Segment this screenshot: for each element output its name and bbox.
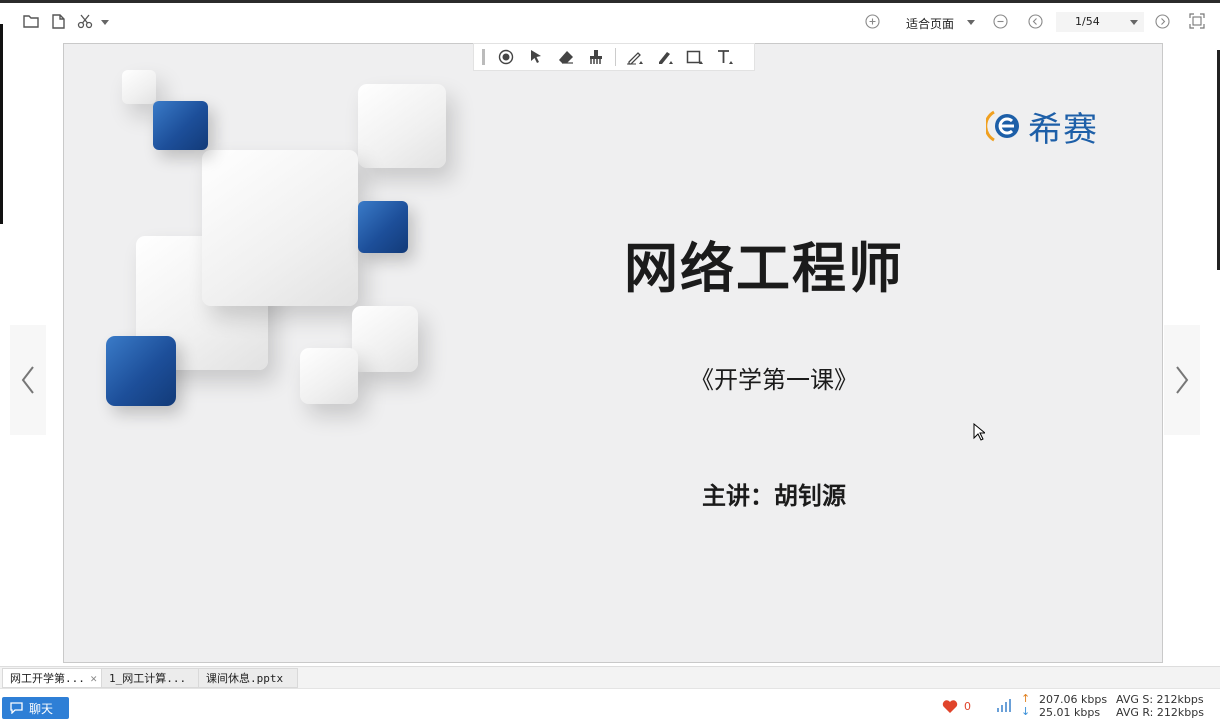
deco-blue-tile: [153, 101, 208, 150]
slide-title: 网络工程师: [624, 237, 904, 300]
deco-tile: [300, 348, 358, 404]
like-count: 0: [964, 700, 971, 713]
select-arrow-icon[interactable]: [521, 43, 551, 71]
logo-text: 希赛: [1028, 109, 1098, 150]
left-edge-bar: [0, 24, 3, 224]
heart-icon[interactable]: [942, 700, 958, 714]
chevron-right-icon: [1176, 366, 1189, 394]
clear-brush-icon[interactable]: [581, 43, 611, 71]
chat-bubble-icon: [10, 702, 23, 714]
deco-tile: [358, 84, 446, 168]
toolbar-grip[interactable]: [482, 49, 485, 65]
zoom-out-icon[interactable]: [991, 12, 1009, 30]
file-icon[interactable]: [49, 12, 67, 30]
tab-item[interactable]: 网工开学第... ✕: [2, 668, 102, 688]
close-icon[interactable]: ✕: [90, 669, 97, 689]
avg-recv: AVG R: 212kbps: [1116, 706, 1204, 719]
deco-tile: [202, 150, 358, 306]
scissors-dropdown-caret[interactable]: [101, 20, 109, 25]
upload-arrow-icon: ↑: [1021, 692, 1031, 705]
tab-label: 1_网工计算...: [109, 672, 187, 685]
laser-pointer-icon[interactable]: [491, 43, 521, 71]
status-bar: 聊天 0 ↑ ↓ 207.06 kbps 25.01 kbps AVG S: 2…: [0, 688, 1220, 720]
prev-slide-button[interactable]: [10, 325, 46, 435]
eraser-icon[interactable]: [551, 43, 581, 71]
tab-label: 网工开学第...: [10, 672, 85, 685]
signal-strength-icon: [997, 699, 1011, 712]
highlighter-icon[interactable]: [650, 43, 680, 71]
company-logo: 希赛: [986, 104, 1098, 150]
next-slide-button[interactable]: [1164, 325, 1200, 435]
page-dropdown-caret[interactable]: [1130, 20, 1138, 25]
deco-blue-tile: [358, 201, 408, 253]
tab-item[interactable]: 1_网工计算...: [101, 668, 199, 688]
toolbar-separator: [615, 48, 616, 66]
fullscreen-icon[interactable]: [1188, 12, 1206, 30]
tab-item[interactable]: 课间休息.pptx: [198, 668, 298, 688]
folder-icon[interactable]: [22, 12, 40, 30]
upload-speed: 207.06 kbps: [1039, 693, 1108, 706]
download-arrow-icon: ↓: [1021, 705, 1031, 718]
slide-speaker: 主讲：胡钊源: [702, 482, 846, 510]
slide-canvas[interactable]: 希赛 网络工程师 《开学第一课》 主讲：胡钊源: [63, 43, 1163, 663]
prev-page-icon[interactable]: [1026, 12, 1044, 30]
page-indicator[interactable]: 1/54: [1075, 15, 1100, 28]
document-tabs: 网工开学第... ✕ 1_网工计算... 课间休息.pptx: [0, 666, 1220, 688]
mouse-cursor-icon: [973, 423, 985, 441]
tab-label: 课间休息.pptx: [206, 672, 284, 685]
chat-label: 聊天: [29, 701, 54, 716]
pen-icon[interactable]: [620, 43, 650, 71]
annotation-toolbar: [473, 43, 755, 71]
zoom-dropdown-caret[interactable]: [967, 20, 975, 25]
next-page-icon[interactable]: [1153, 12, 1171, 30]
deco-blue-tile: [106, 336, 176, 406]
deco-tile: [122, 70, 156, 104]
logo-mark-icon: [986, 110, 1019, 142]
scissors-icon[interactable]: [76, 12, 94, 30]
top-toolbar: 适合页面 1/54: [0, 3, 1220, 39]
slide-subtitle: 《开学第一课》: [690, 366, 858, 394]
zoom-select-label[interactable]: 适合页面: [906, 15, 954, 32]
chevron-left-icon: [21, 366, 34, 394]
chat-button[interactable]: 聊天: [2, 697, 69, 719]
download-speed: 25.01 kbps: [1039, 706, 1101, 719]
rectangle-icon[interactable]: [680, 43, 710, 71]
avg-send: AVG S: 212kbps: [1116, 693, 1204, 706]
zoom-in-icon[interactable]: [863, 12, 881, 30]
deco-tile: [352, 306, 418, 372]
text-icon[interactable]: [710, 43, 740, 71]
